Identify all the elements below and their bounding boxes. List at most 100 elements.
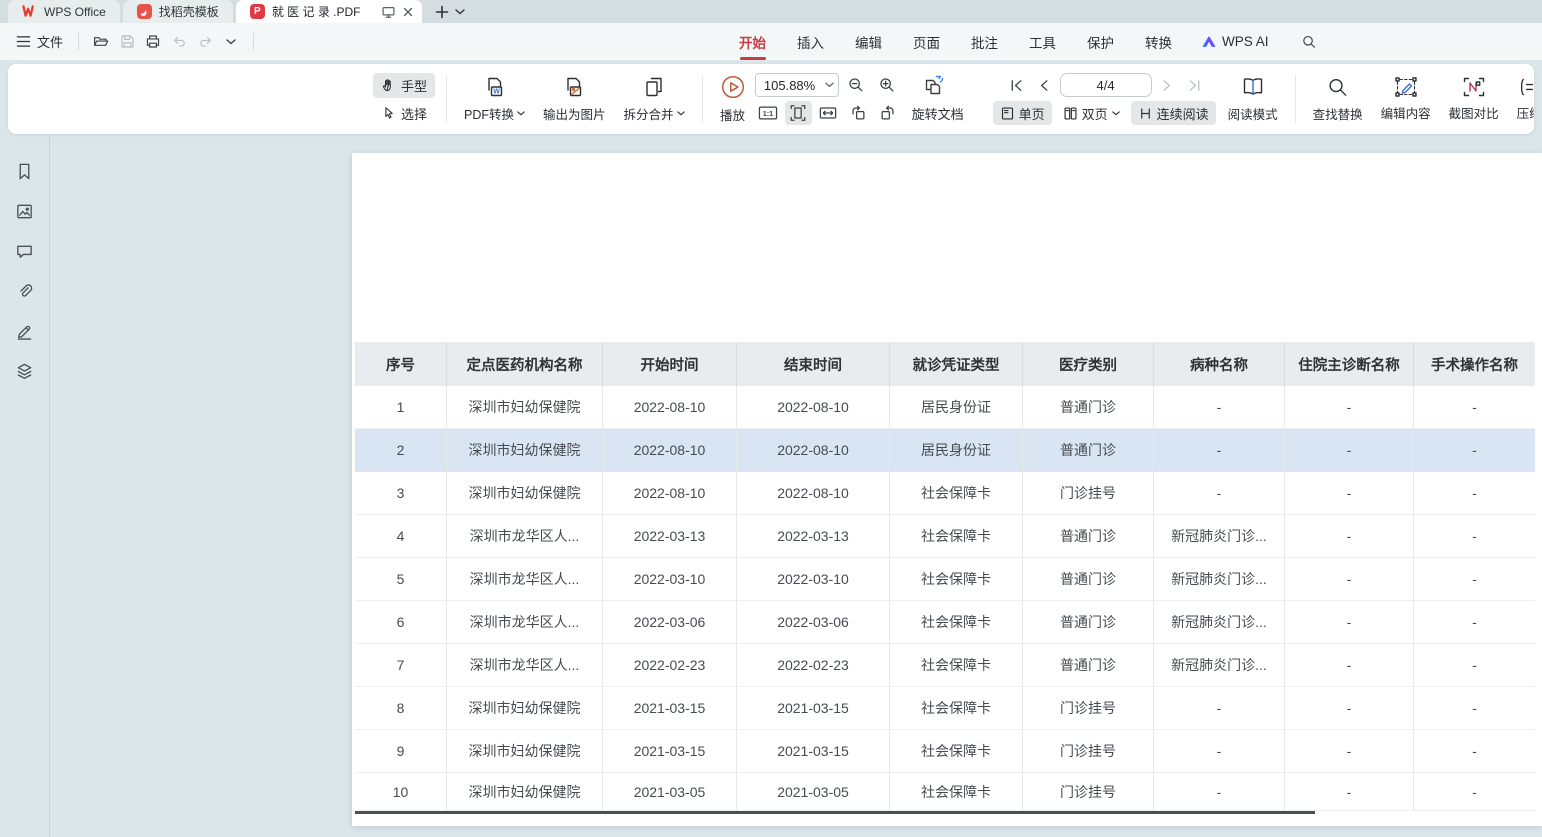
print-button[interactable]: [140, 29, 166, 55]
tab-wps-office[interactable]: WPS Office: [8, 0, 120, 23]
table-cell: 深圳市妇幼保健院: [447, 472, 603, 515]
fit-width-icon: [818, 104, 838, 122]
menu-search-button[interactable]: [1296, 29, 1322, 55]
read-mode-label: 阅读模式: [1228, 104, 1278, 123]
screenshot-compare-button[interactable]: 截图对比: [1440, 64, 1508, 134]
menu-item-page[interactable]: 页面: [911, 23, 942, 61]
hand-tool-button[interactable]: 手型: [373, 73, 435, 98]
zoom-out-button[interactable]: [843, 73, 870, 97]
chevron-down-icon: [226, 39, 236, 45]
select-tool-button[interactable]: 选择: [373, 101, 435, 126]
rotate-right-button[interactable]: [875, 101, 902, 125]
previous-page-button[interactable]: [1032, 73, 1058, 97]
rotate-left-icon: [849, 104, 867, 122]
table-cell: 2022-03-13: [737, 515, 890, 558]
comment-icon[interactable]: [15, 242, 34, 261]
redo-button[interactable]: [192, 29, 218, 55]
open-file-button[interactable]: [88, 29, 114, 55]
double-page-button[interactable]: 双页: [1056, 101, 1127, 125]
table-cell: -: [1154, 472, 1285, 515]
read-mode-button[interactable]: 阅读模式: [1219, 64, 1287, 134]
table-cell: 新冠肺炎门诊...: [1154, 515, 1285, 558]
table-cell: -: [1414, 558, 1535, 601]
tab-docer[interactable]: 找稻壳模板: [123, 0, 233, 23]
table-cell: 门诊挂号: [1023, 730, 1154, 773]
table-cell: 社会保障卡: [890, 472, 1023, 515]
tab-list-chevron-icon[interactable]: [455, 9, 465, 15]
split-merge-button[interactable]: 拆分合并: [615, 64, 694, 134]
table-row: 5深圳市龙华区人...2022-03-102022-03-10社会保障卡普通门诊…: [355, 558, 1535, 601]
table-cell: 2021-03-05: [737, 773, 890, 811]
save-button[interactable]: [114, 29, 140, 55]
last-page-button[interactable]: [1182, 73, 1208, 97]
single-page-button[interactable]: 单页: [993, 101, 1052, 125]
table-cell: 3: [355, 472, 447, 515]
table-cell: -: [1414, 386, 1535, 429]
table-cell: 6: [355, 601, 447, 644]
signature-icon[interactable]: [15, 322, 34, 341]
wps-ai-icon: [1201, 35, 1217, 49]
new-tab-icon[interactable]: [435, 5, 449, 19]
play-label: 播放: [720, 105, 745, 124]
continuous-read-icon: [1138, 106, 1153, 121]
continuous-read-label: 连续阅读: [1157, 104, 1209, 123]
page-indicator-input[interactable]: [1060, 73, 1152, 97]
table-cell: -: [1154, 730, 1285, 773]
chevron-down-icon: [825, 82, 834, 88]
table-cell: 普通门诊: [1023, 601, 1154, 644]
docer-icon: [137, 4, 152, 19]
table-cell: 普通门诊: [1023, 429, 1154, 472]
table-cell: 深圳市龙华区人...: [447, 644, 603, 687]
monitor-icon[interactable]: [381, 5, 396, 19]
table-cell: -: [1414, 730, 1535, 773]
table-cell: 8: [355, 687, 447, 730]
fit-page-button[interactable]: [785, 101, 812, 125]
rotate-document-button[interactable]: 旋转文档: [905, 101, 971, 125]
close-tab-icon[interactable]: [402, 6, 414, 18]
edit-content-button[interactable]: 编辑内容: [1372, 64, 1440, 134]
table-cell: 社会保障卡: [890, 515, 1023, 558]
fit-width-button[interactable]: [815, 101, 842, 125]
wps-ai-label: WPS AI: [1222, 34, 1269, 49]
pdf-convert-button[interactable]: W PDF转换: [455, 64, 534, 134]
tab-active-pdf[interactable]: P 就 医 记 录 .PDF: [236, 0, 423, 23]
layers-icon[interactable]: [15, 362, 34, 381]
actual-size-button[interactable]: 1:1: [755, 101, 782, 125]
table-cell: 7: [355, 644, 447, 687]
play-button[interactable]: 播放: [711, 64, 755, 134]
quickbar-chevron-button[interactable]: [218, 29, 244, 55]
first-page-icon: [1009, 78, 1024, 93]
select-tool-label: 选择: [401, 104, 427, 123]
rotate-left-button[interactable]: [845, 101, 872, 125]
menu-item-protect[interactable]: 保护: [1085, 23, 1116, 61]
table-row: 4深圳市龙华区人...2022-03-132022-03-13社会保障卡普通门诊…: [355, 515, 1535, 558]
column-header: 医疗类别: [1023, 342, 1154, 386]
menu-item-wps-ai[interactable]: WPS AI: [1201, 34, 1269, 49]
rotate-pages-button[interactable]: [921, 73, 948, 97]
table-cell: 2021-03-15: [603, 687, 737, 730]
zoom-in-button[interactable]: [874, 73, 901, 97]
thumbnail-icon[interactable]: [15, 202, 34, 221]
menu-item-edit[interactable]: 编辑: [853, 23, 884, 61]
table-row: 3深圳市妇幼保健院2022-08-102022-08-10社会保障卡门诊挂号--…: [355, 472, 1535, 515]
continuous-read-button[interactable]: 连续阅读: [1131, 101, 1216, 125]
table-cell: 社会保障卡: [890, 687, 1023, 730]
compress-button[interactable]: 压缩: [1508, 64, 1534, 134]
table-cell: -: [1154, 687, 1285, 730]
menu-item-insert[interactable]: 插入: [795, 23, 826, 61]
file-menu-button[interactable]: 文件: [10, 32, 69, 51]
export-image-button[interactable]: 输出为图片: [534, 64, 615, 134]
first-page-button[interactable]: [1004, 73, 1030, 97]
menu-item-tools[interactable]: 工具: [1027, 23, 1058, 61]
play-icon: [720, 74, 746, 100]
undo-button[interactable]: [166, 29, 192, 55]
export-image-label: 输出为图片: [543, 104, 606, 123]
attachment-icon[interactable]: [15, 282, 34, 301]
menu-item-comment[interactable]: 批注: [969, 23, 1000, 61]
next-page-button[interactable]: [1154, 73, 1180, 97]
bookmark-icon[interactable]: [15, 162, 34, 181]
menu-item-home[interactable]: 开始: [737, 23, 768, 61]
actual-size-icon: 1:1: [757, 104, 779, 122]
menu-item-convert[interactable]: 转换: [1143, 23, 1174, 61]
find-replace-button[interactable]: 查找替换: [1304, 64, 1372, 134]
